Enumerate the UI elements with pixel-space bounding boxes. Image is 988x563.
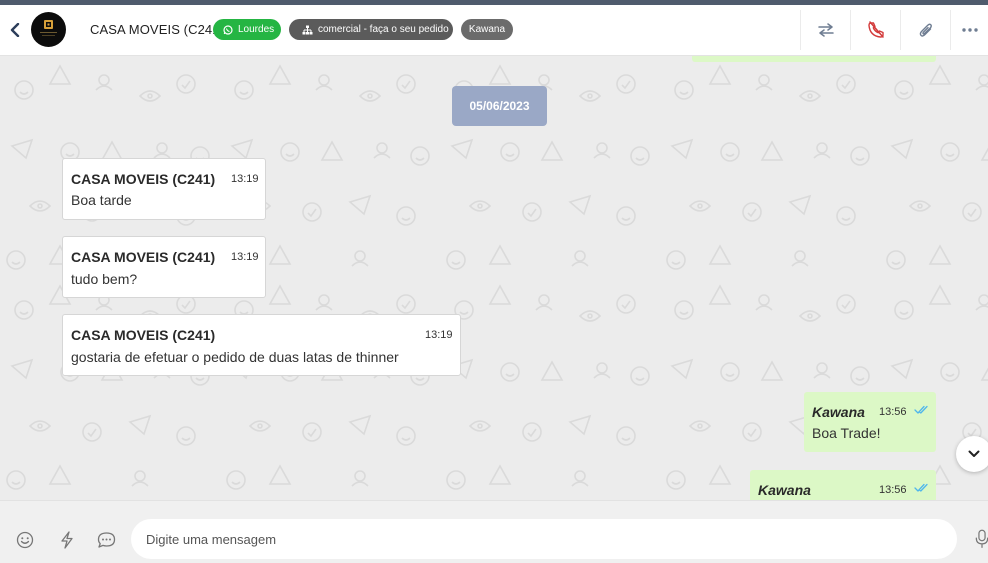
whatsapp-connection-tag: Lourdes [213,19,281,40]
sitemap-icon [302,25,313,34]
chat-bubble-icon [97,532,115,548]
message-sender: CASA MOVEIS (C241) [71,171,216,187]
message-text: tudo bem? [71,271,138,287]
paperclip-icon [919,23,932,37]
whatsapp-tag-label: Lourdes [238,24,275,35]
message-sender: Kawana [812,404,865,420]
message-text: Boa tarde [71,192,132,208]
emoji-button[interactable] [14,529,36,551]
microphone-button[interactable] [975,528,988,550]
arrows-transfer-icon [817,23,834,37]
message-text: Boa Trade! [812,425,881,441]
message-bubble-incoming[interactable]: CASA MOVEIS (C241) 13:19 gostaria de efe… [62,314,461,376]
user-tag-label: Kawana [468,24,506,35]
message-text: gostaria de efetuar o pedido de duas lat… [71,349,399,365]
whatsapp-icon [223,24,233,35]
quick-reply-button[interactable] [56,529,78,551]
read-ticks-icon [914,483,928,492]
chat-header: CASA MOVEIS (C241) Lourdes comercial - f… [0,5,988,56]
message-composer [0,500,988,563]
more-options-button[interactable] [950,10,988,50]
ellipsis-icon [961,28,978,32]
queue-tag: comercial - faça o seu pedido [289,19,453,40]
transfer-button[interactable] [800,10,850,50]
message-time: 13:56 [879,406,907,418]
back-button[interactable] [6,19,24,41]
message-time: 13:19 [231,251,259,263]
scroll-to-bottom-button[interactable] [956,436,988,472]
read-ticks-icon [914,405,928,414]
internal-chat-button[interactable] [95,529,117,551]
message-bubble-incoming[interactable]: CASA MOVEIS (C241) 13:19 tudo bem? [62,236,266,298]
previous-outgoing-bubble [692,56,936,62]
message-sender: CASA MOVEIS (C241) [71,249,216,265]
assigned-user-tag: Kawana [461,19,513,40]
message-sender: CASA MOVEIS (C241) [71,327,216,343]
contact-name[interactable]: CASA MOVEIS (C241) [90,22,224,37]
message-time: 13:56 [879,484,907,496]
chevron-left-icon [10,23,20,37]
end-call-button[interactable] [850,10,900,50]
queue-tag-label: comercial - faça o seu pedido [318,24,449,35]
chevron-down-icon [968,450,980,457]
message-bubble-incoming[interactable]: CASA MOVEIS (C241) 13:19 Boa tarde [62,158,266,220]
date-separator: 05/06/2023 [452,86,547,126]
store-logo-icon [40,20,57,36]
message-input[interactable] [131,519,957,559]
smile-icon [16,531,34,549]
phone-slash-icon [867,21,884,38]
bolt-icon [61,531,73,549]
message-time: 13:19 [425,329,453,341]
microphone-icon [975,529,988,548]
attach-button[interactable] [900,10,950,50]
message-bubble-outgoing[interactable]: Kawana 13:56 [750,470,936,500]
message-sender: Kawana [758,482,811,498]
message-time: 13:19 [231,173,259,185]
contact-avatar[interactable] [31,12,66,47]
message-list[interactable]: 05/06/2023 CASA MOVEIS (C241) 13:19 Boa … [0,56,988,500]
message-bubble-outgoing[interactable]: Kawana 13:56 Boa Trade! [804,392,936,452]
